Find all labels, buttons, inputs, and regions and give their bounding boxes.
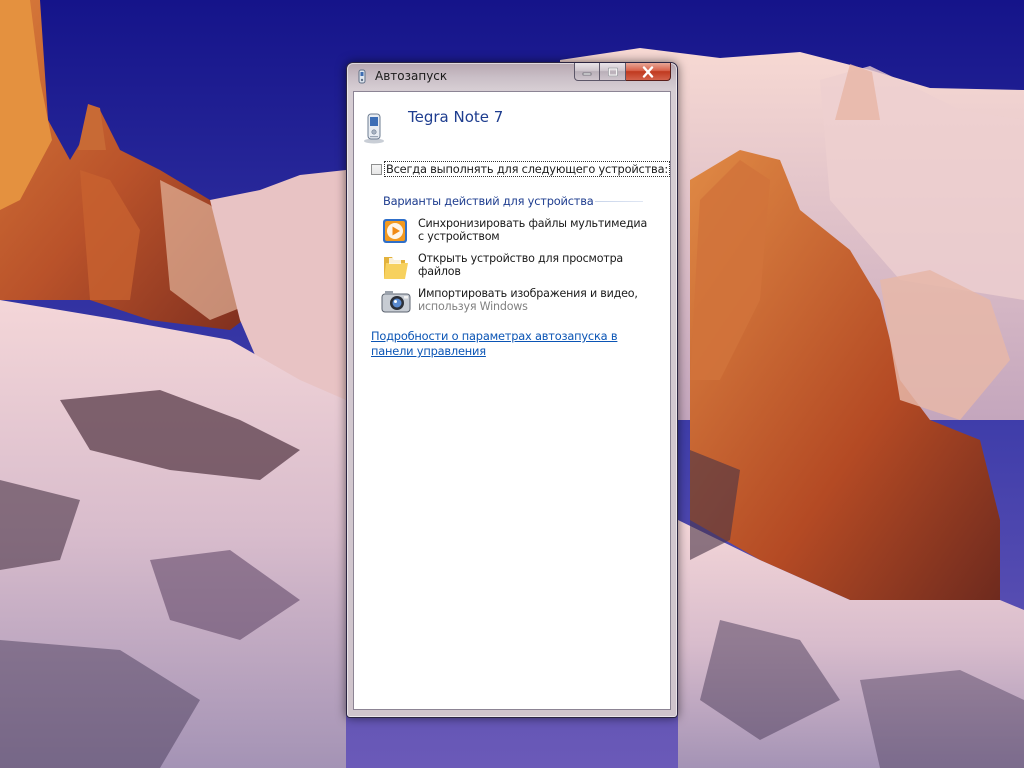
- device-name: Tegra Note 7: [408, 108, 504, 126]
- import-pictures-sublabel: используя Windows: [418, 300, 528, 313]
- close-icon: [642, 65, 654, 78]
- device-options-heading: Варианты действий для устройства: [383, 194, 594, 208]
- always-do-this-label[interactable]: Всегда выполнять для следующего устройст…: [384, 161, 670, 177]
- media-player-sync-icon: [381, 217, 411, 247]
- window-title: Автозапуск: [375, 69, 448, 83]
- sync-media-label: Синхронизировать файлы мультимедиа с уст…: [418, 217, 648, 243]
- section-divider: [595, 201, 643, 202]
- folder-icon: [381, 252, 411, 282]
- camera-icon: [381, 287, 411, 317]
- caption-buttons: [574, 63, 671, 82]
- option-sync-media[interactable]: Синхронизировать файлы мультимедиа с уст…: [376, 217, 656, 247]
- option-open-folder[interactable]: Открыть устройство для просмотра файлов: [376, 252, 656, 282]
- maximize-icon: [607, 67, 618, 76]
- autoplay-settings-link[interactable]: Подробности о параметрах автозапуска в п…: [371, 329, 656, 359]
- title-bar[interactable]: Автозапуск: [347, 63, 677, 90]
- always-do-this-checkbox[interactable]: [371, 163, 382, 175]
- autoplay-window: Автозапуск Tegra Note 7 Всегда выполнять…: [346, 62, 678, 718]
- option-import-pictures[interactable]: Импортировать изображения и видео, испол…: [376, 287, 656, 317]
- maximize-button[interactable]: [600, 63, 626, 81]
- close-button[interactable]: [626, 63, 671, 81]
- import-pictures-text: Импортировать изображения и видео, испол…: [418, 287, 648, 313]
- window-content: Tegra Note 7 Всегда выполнять для следую…: [353, 91, 671, 710]
- phone-device-icon: [362, 112, 386, 144]
- open-folder-label: Открыть устройство для просмотра файлов: [418, 252, 624, 278]
- device-small-icon: [356, 69, 368, 85]
- minimize-icon: [582, 72, 592, 75]
- always-do-this-row[interactable]: Всегда выполнять для следующего устройст…: [371, 161, 670, 177]
- import-pictures-label: Импортировать изображения и видео,: [418, 287, 638, 300]
- minimize-button[interactable]: [574, 63, 600, 81]
